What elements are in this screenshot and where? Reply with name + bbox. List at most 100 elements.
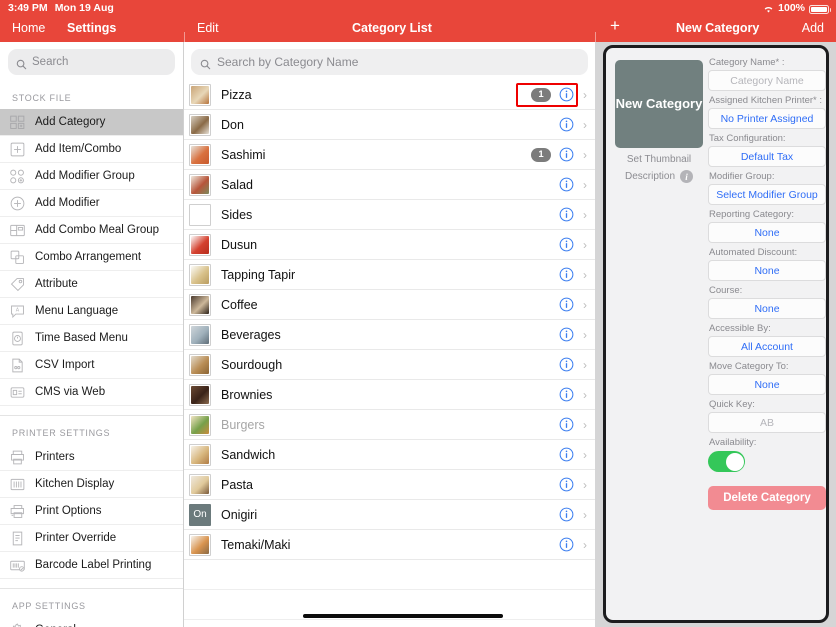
info-circle-icon[interactable] bbox=[559, 537, 574, 552]
sidebar-item-label: Add Modifier bbox=[35, 197, 100, 209]
field-tax-configuration[interactable]: Default Tax bbox=[708, 146, 826, 167]
table-row[interactable]: Dusun › bbox=[184, 230, 595, 260]
sidebar-item-add-modifier[interactable]: Add Modifier bbox=[0, 190, 183, 217]
field-course[interactable]: None bbox=[708, 298, 826, 319]
nav-add-button[interactable]: Add bbox=[802, 21, 824, 35]
sidebar-item-combo-arrangement[interactable]: Combo Arrangement bbox=[0, 244, 183, 271]
info-circle-icon[interactable] bbox=[559, 117, 574, 132]
table-row[interactable]: Salad › bbox=[184, 170, 595, 200]
category-thumbnail[interactable]: New Category bbox=[615, 60, 703, 148]
field-assigned-kitchen-printer[interactable]: No Printer Assigned bbox=[708, 108, 826, 129]
table-row[interactable]: Pasta › bbox=[184, 470, 595, 500]
sidebar-item-add-modifier-group[interactable]: Add Modifier Group bbox=[0, 163, 183, 190]
nav-settings-title: Settings bbox=[67, 21, 117, 35]
table-row[interactable]: Sandwich › bbox=[184, 440, 595, 470]
table-row[interactable]: Beverages › bbox=[184, 320, 595, 350]
battery-percent: 100% bbox=[778, 2, 805, 14]
info-circle-icon[interactable] bbox=[559, 417, 574, 432]
field-label: Category Name* : bbox=[709, 57, 785, 68]
field-category-name[interactable]: Category Name bbox=[708, 70, 826, 91]
chevron-right-icon: › bbox=[583, 447, 587, 462]
info-circle-icon[interactable] bbox=[559, 327, 574, 342]
info-icon[interactable]: i bbox=[680, 170, 694, 183]
field-modifier-group[interactable]: Select Modifier Group bbox=[708, 184, 826, 205]
category-thumbnail bbox=[189, 83, 211, 106]
category-search-input[interactable]: Search by Category Name bbox=[191, 49, 588, 75]
field-accessible-by[interactable]: All Account bbox=[708, 336, 826, 357]
sidebar-item-csv-import[interactable]: CSV Import bbox=[0, 352, 183, 379]
category-name: Temaki/Maki bbox=[221, 537, 291, 552]
info-circle-icon[interactable] bbox=[559, 387, 574, 402]
sidebar-item-add-item-combo[interactable]: Add Item/Combo bbox=[0, 136, 183, 163]
ipad-screen: 3:49 PM Mon 19 Aug 100% Home Settings Ed… bbox=[0, 0, 836, 627]
table-row[interactable]: Pizza 1 › bbox=[184, 80, 595, 110]
sidebar-item-cms-via-web[interactable]: CMS via Web bbox=[0, 379, 183, 406]
table-row[interactable]: Burgers › bbox=[184, 410, 595, 440]
thumbnail-image bbox=[191, 325, 209, 344]
delete-category-button[interactable]: Delete Category bbox=[708, 486, 826, 510]
info-circle-icon[interactable] bbox=[559, 177, 574, 192]
search-input[interactable]: Search bbox=[8, 49, 175, 75]
search-icon bbox=[16, 57, 27, 69]
nav-home-button[interactable]: Home bbox=[12, 21, 45, 35]
info-circle-icon[interactable] bbox=[559, 87, 574, 102]
field-label: Move Category To: bbox=[709, 361, 789, 372]
table-row[interactable]: Tapping Tapir › bbox=[184, 260, 595, 290]
sidebar-item-add-combo-meal-group[interactable]: Add Combo Meal Group bbox=[0, 217, 183, 244]
table-row[interactable]: Coffee › bbox=[184, 290, 595, 320]
sidebar-item-printer-override[interactable]: Printer Override bbox=[0, 525, 183, 552]
info-circle-icon[interactable] bbox=[559, 237, 574, 252]
info-circle-icon[interactable] bbox=[559, 477, 574, 492]
sidebar-item-menu-language[interactable]: A Menu Language bbox=[0, 298, 183, 325]
sidebar-item-time-based-menu[interactable]: Time Based Menu bbox=[0, 325, 183, 352]
sidebar-item-barcode-label-printing[interactable]: Barcode Label Printing bbox=[0, 552, 183, 579]
table-row[interactable]: Don › bbox=[184, 110, 595, 140]
availability-toggle[interactable] bbox=[708, 451, 745, 472]
table-row[interactable]: Sashimi 1 › bbox=[184, 140, 595, 170]
info-circle-icon[interactable] bbox=[559, 207, 574, 222]
field-quick-key[interactable]: AB bbox=[708, 412, 826, 433]
field-label: Accessible By: bbox=[709, 323, 771, 334]
empty-row bbox=[184, 620, 595, 627]
barcode-icon bbox=[9, 557, 26, 574]
table-row[interactable]: Sides › bbox=[184, 200, 595, 230]
sidebar-item-attribute[interactable]: Attribute bbox=[0, 271, 183, 298]
table-row[interactable]: On Onigiri › bbox=[184, 500, 595, 530]
table-row[interactable]: Temaki/Maki › bbox=[184, 530, 595, 560]
info-circle-icon[interactable] bbox=[559, 507, 574, 522]
category-thumbnail bbox=[189, 203, 211, 226]
field-label: Reporting Category: bbox=[709, 209, 795, 220]
field-automated-discount[interactable]: None bbox=[708, 260, 826, 281]
nav-edit-button[interactable]: Edit bbox=[197, 21, 219, 35]
sidebar-item-label: Add Combo Meal Group bbox=[35, 224, 160, 236]
sidebar-item-kitchen-display[interactable]: Kitchen Display bbox=[0, 471, 183, 498]
table-row[interactable]: Sourdough › bbox=[184, 350, 595, 380]
toggle-knob bbox=[725, 452, 744, 471]
category-search-wrap: Search by Category Name bbox=[184, 42, 595, 80]
chevron-right-icon: › bbox=[583, 297, 587, 312]
info-circle-icon[interactable] bbox=[559, 357, 574, 372]
info-circle-icon[interactable] bbox=[559, 297, 574, 312]
category-thumbnail bbox=[189, 353, 211, 376]
square-plus-icon bbox=[9, 141, 26, 158]
field-label: Assigned Kitchen Printer* : bbox=[709, 95, 823, 106]
sidebar-item-print-options[interactable]: Print Options bbox=[0, 498, 183, 525]
description-row[interactable]: Description i bbox=[615, 170, 703, 183]
sidebar-item-printers[interactable]: Printers bbox=[0, 444, 183, 471]
table-row[interactable]: Brownies › bbox=[184, 380, 595, 410]
info-circle-icon[interactable] bbox=[559, 267, 574, 282]
field-move-category-to[interactable]: None bbox=[708, 374, 826, 395]
category-thumbnail bbox=[189, 263, 211, 286]
sidebar-item-label: Print Options bbox=[35, 505, 102, 517]
chevron-right-icon: › bbox=[583, 327, 587, 342]
sidebar-item-general[interactable]: General bbox=[0, 617, 183, 627]
info-circle-icon[interactable] bbox=[559, 447, 574, 462]
thumbnail-image bbox=[191, 115, 209, 134]
plus-icon[interactable]: + bbox=[610, 16, 620, 36]
sidebar-item-label: Add Modifier Group bbox=[35, 170, 135, 182]
field-reporting-category[interactable]: None bbox=[708, 222, 826, 243]
sidebar-item-add-category[interactable]: Add Category bbox=[0, 109, 183, 136]
category-list-pane: Search by Category Name Pizza 1 › Don › Sashi… bbox=[184, 42, 595, 627]
info-circle-icon[interactable] bbox=[559, 147, 574, 162]
set-thumbnail-label[interactable]: Set Thumbnail bbox=[615, 154, 703, 165]
